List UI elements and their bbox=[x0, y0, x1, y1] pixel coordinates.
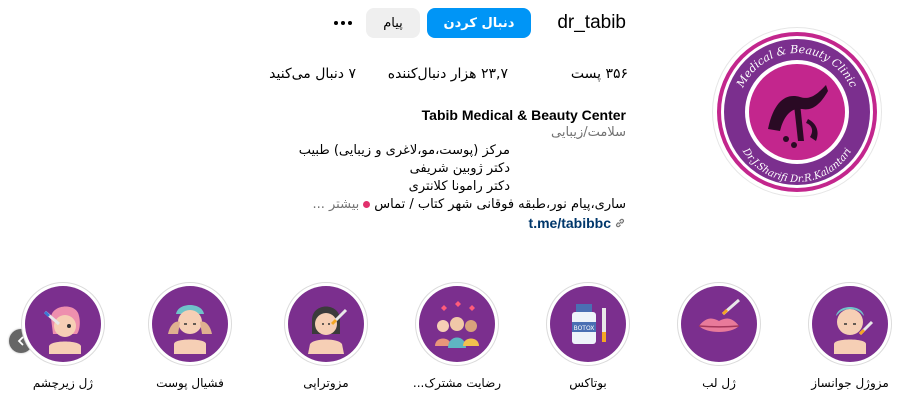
botox-bottle-icon: BOTOX bbox=[572, 304, 606, 344]
link-icon bbox=[615, 218, 625, 228]
highlight-label: ژل لب bbox=[702, 376, 736, 390]
highlight-item[interactable]: فشیال پوست bbox=[145, 282, 235, 390]
highlight-label: مزوتراپی bbox=[303, 376, 349, 390]
highlight-item[interactable]: ژل زیرچشم bbox=[18, 282, 108, 390]
bio-more-link[interactable]: بیشتر ... bbox=[312, 197, 359, 212]
dot-icon bbox=[334, 21, 338, 25]
profile-avatar[interactable]: Medical & Beauty Clinic Dr.J.Sharifi Dr.… bbox=[713, 28, 881, 196]
mesotherapy-face-icon bbox=[308, 306, 348, 354]
posts-count[interactable]: ۳۵۶ پست bbox=[571, 66, 628, 82]
message-button[interactable]: پیام bbox=[366, 8, 420, 38]
follow-button[interactable]: دنبال کردن bbox=[427, 8, 531, 38]
highlight-label: ژل زیرچشم bbox=[32, 376, 94, 390]
dot-icon bbox=[341, 21, 345, 25]
bio-display-name: Tabib Medical & Beauty Center bbox=[421, 107, 626, 123]
story-highlights: مزوژل جوانساز ژل لب BOTOX بوتاکس رضایت م… bbox=[0, 282, 899, 402]
username: dr_tabib bbox=[557, 12, 626, 33]
bio-category: سلامت/زیبایی bbox=[551, 125, 626, 140]
highlight-item[interactable]: مزوتراپی bbox=[281, 282, 371, 390]
profile-stats: ۳۵۶ پست ۲۳,۷ هزار دنبال‌کننده ۷ دنبال می… bbox=[228, 66, 628, 88]
highlight-label: مزوژل جوانساز bbox=[811, 376, 889, 390]
highlight-label: بوتاکس bbox=[569, 376, 607, 390]
highlight-item[interactable]: رضایت مشترک... bbox=[412, 282, 502, 390]
clinic-logo-icon: Medical & Beauty Clinic Dr.J.Sharifi Dr.… bbox=[717, 32, 877, 192]
location-pin-icon bbox=[363, 201, 371, 208]
highlight-item[interactable]: BOTOX بوتاکس bbox=[543, 282, 633, 390]
bio-line: دکتر ژوبین شریفی bbox=[409, 161, 510, 176]
lips-filler-icon bbox=[698, 298, 740, 332]
facial-massage-icon bbox=[168, 305, 212, 354]
face-mesogel-icon bbox=[834, 307, 874, 354]
dot-icon bbox=[348, 21, 352, 25]
followers-count[interactable]: ۲۳,۷ هزار دنبال‌کننده bbox=[388, 66, 508, 82]
highlight-label: فشیال پوست bbox=[156, 376, 224, 390]
bio-external-link[interactable]: t.me/tabibbc bbox=[529, 214, 626, 232]
link-text[interactable]: t.me/tabibbc bbox=[529, 214, 611, 232]
under-eye-gel-icon bbox=[43, 306, 81, 354]
profile-bio: Tabib Medical & Beauty Center سلامت/زیبا… bbox=[266, 106, 626, 231]
highlight-item[interactable]: مزوژل جوانساز bbox=[805, 282, 895, 390]
bio-text: مرکز (پوست،مو،لاغری و زیبایی) طبیب دکتر … bbox=[250, 142, 510, 196]
bio-line: دکتر رامونا کلانتری bbox=[408, 179, 510, 194]
bio-line: مرکز (پوست،مو،لاغری و زیبایی) طبیب bbox=[298, 143, 510, 158]
profile-header: پیام دنبال کردن dr_tabib bbox=[326, 8, 626, 40]
highlight-item[interactable]: ژل لب bbox=[674, 282, 764, 390]
more-options-button[interactable] bbox=[330, 10, 356, 36]
svg-text:BOTOX: BOTOX bbox=[574, 325, 595, 332]
bio-address: ساری،پیام نور،طبقه فوقانی شهر کتاب / تما… bbox=[266, 196, 626, 214]
following-count[interactable]: ۷ دنبال می‌کنید bbox=[269, 66, 356, 82]
address-text: ساری،پیام نور،طبقه فوقانی شهر کتاب / تما… bbox=[374, 197, 626, 212]
highlight-label: رضایت مشترک... bbox=[412, 376, 502, 390]
satisfied-clients-icon bbox=[435, 301, 479, 348]
